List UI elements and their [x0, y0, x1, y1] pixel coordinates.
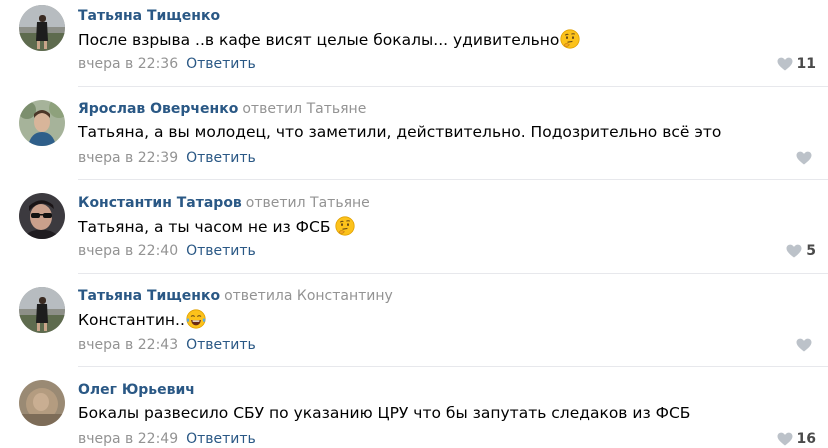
comment-body: После взрыва ..в кафе висят целые бокалы…	[78, 31, 560, 49]
comment-date[interactable]: вчера в 22:49	[78, 431, 178, 447]
avatar[interactable]	[19, 193, 65, 239]
comment-header: Татьяна Тищенко	[78, 7, 224, 25]
avatar[interactable]	[19, 5, 65, 51]
comment-meta: вчера в 22:49 Ответить	[78, 430, 256, 448]
comment-text: После взрыва ..в кафе висят целые бокалы…	[78, 29, 580, 50]
avatar[interactable]	[19, 287, 65, 333]
comment-text: Бокалы развесило СБУ по указанию ЦРУ что…	[78, 403, 690, 423]
author-name[interactable]: Олег Юрьевич	[78, 382, 195, 398]
comment-meta: вчера в 22:43 Ответить	[78, 336, 256, 354]
like-count: 16	[796, 431, 816, 447]
heart-icon	[777, 57, 793, 71]
reply-to-label[interactable]: ответил Татьяне	[246, 195, 370, 211]
comment-meta: вчера в 22:36 Ответить	[78, 55, 256, 73]
comment-date[interactable]: вчера в 22:40	[78, 243, 178, 259]
comment-header: Олег Юрьевич	[78, 381, 199, 399]
reply-to-label[interactable]: ответил Татьяне	[242, 101, 366, 117]
author-name[interactable]: Татьяна Тищенко	[78, 288, 220, 304]
author-name[interactable]: Ярослав Оверченко	[78, 101, 238, 117]
comment-text: Константин..	[78, 309, 206, 330]
reply-to-label[interactable]: ответила Константину	[224, 288, 393, 304]
like-button[interactable]: 16	[777, 430, 816, 448]
comment-date[interactable]: вчера в 22:36	[78, 56, 178, 72]
comment-header: Константин Татаров ответил Татьяне	[78, 194, 370, 212]
avatar[interactable]	[19, 100, 65, 146]
comment-date[interactable]: вчера в 22:43	[78, 337, 178, 353]
heart-icon	[796, 151, 812, 165]
heart-icon	[786, 244, 802, 258]
separator	[78, 179, 828, 180]
separator	[78, 273, 828, 274]
thinking-face-icon	[335, 216, 355, 236]
reply-button[interactable]: Ответить	[186, 431, 256, 447]
comment-text: Татьяна, а ты часом не из ФСБ	[78, 216, 355, 237]
author-name[interactable]: Константин Татаров	[78, 195, 242, 211]
like-count: 11	[796, 56, 816, 72]
like-button[interactable]: 5	[786, 242, 816, 260]
comment-header: Ярослав Оверченко ответил Татьяне	[78, 100, 366, 118]
comment-date[interactable]: вчера в 22:39	[78, 150, 178, 166]
reply-button[interactable]: Ответить	[186, 150, 256, 166]
reply-button[interactable]: Ответить	[186, 56, 256, 72]
like-button[interactable]	[796, 149, 816, 167]
separator	[78, 366, 828, 367]
like-button[interactable]: 11	[777, 55, 816, 73]
separator	[78, 86, 828, 87]
heart-icon	[796, 338, 812, 352]
reply-button[interactable]: Ответить	[186, 243, 256, 259]
heart-icon	[777, 432, 793, 446]
comment-body: Константин..	[78, 311, 185, 329]
comment-meta: вчера в 22:39 Ответить	[78, 149, 256, 167]
avatar[interactable]	[19, 380, 65, 426]
like-count: 5	[806, 243, 816, 259]
comment-body: Бокалы развесило СБУ по указанию ЦРУ что…	[78, 404, 691, 422]
comment-meta: вчера в 22:40 Ответить	[78, 242, 256, 260]
like-button[interactable]	[796, 336, 816, 354]
tears-of-joy-icon	[186, 309, 206, 329]
author-name[interactable]: Татьяна Тищенко	[78, 8, 220, 24]
thinking-face-icon	[560, 29, 580, 49]
comment-header: Татьяна Тищенко ответила Константину	[78, 287, 393, 305]
comment-body: Татьяна, а ты часом не из ФСБ	[78, 218, 331, 236]
comment-body: Татьяна, а вы молодец, что заметили, дей…	[78, 123, 722, 141]
reply-button[interactable]: Ответить	[186, 337, 256, 353]
comment-text: Татьяна, а вы молодец, что заметили, дей…	[78, 122, 721, 142]
